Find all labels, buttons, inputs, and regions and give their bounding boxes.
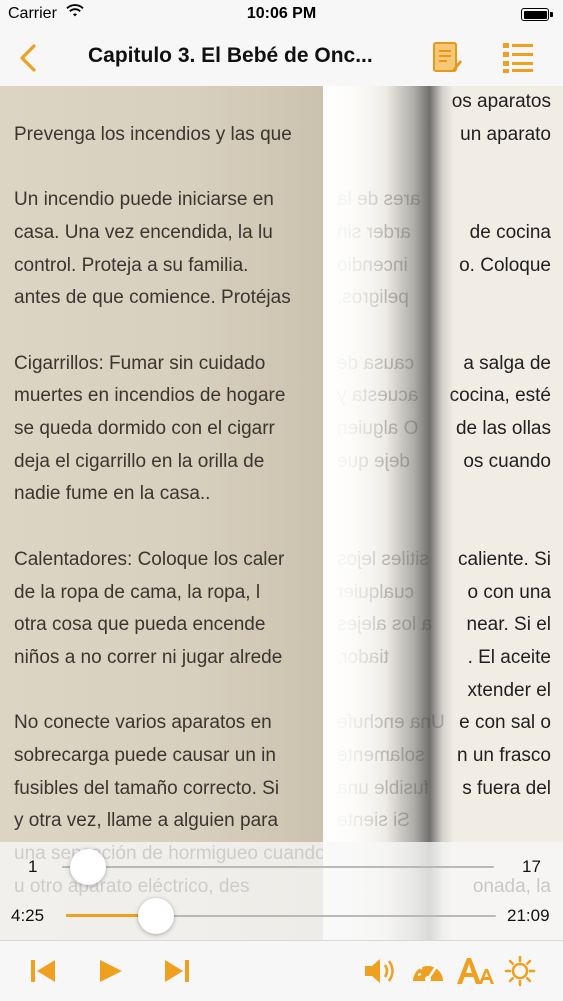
- text-line: [337, 675, 563, 708]
- battery-icon: [521, 8, 553, 21]
- text-line: deje que: [337, 450, 410, 472]
- notes-icon[interactable]: [430, 40, 464, 74]
- page-slider-track[interactable]: [62, 866, 494, 868]
- chapter-title: Capitulo 3. El Bebé de Onc...: [88, 44, 373, 67]
- text-line: Calentadores: Coloque los caler: [14, 548, 285, 570]
- text-line: [337, 86, 563, 119]
- text-line: niños a no correr ni jugar alrede: [14, 646, 283, 668]
- time-slider-row: 4:25 21:09: [0, 894, 563, 938]
- player-sliders: 1 17 4:25 21:09: [0, 842, 563, 940]
- back-button[interactable]: [10, 38, 46, 78]
- volume-icon[interactable]: [362, 955, 398, 987]
- page-slider-thumb[interactable]: [69, 849, 106, 885]
- text-line: nadie fume en la casa..: [14, 483, 211, 505]
- text-line: fusible una: [337, 777, 429, 799]
- text-line: casa. Una vez encendida, la lu: [14, 221, 273, 243]
- text-line: de la ropa de cama, la ropa, l: [14, 581, 261, 603]
- playback-toolbar: [0, 940, 563, 1001]
- text-line: sitiles lejos: [337, 548, 429, 570]
- brightness-icon[interactable]: [503, 955, 537, 987]
- text-line: y otra vez, llame a alguien para: [14, 810, 279, 832]
- text-line: [14, 151, 323, 184]
- play-icon[interactable]: [96, 955, 126, 987]
- text-line: [337, 151, 563, 184]
- text-line: [14, 675, 323, 708]
- table-of-contents-icon[interactable]: [500, 40, 536, 74]
- text-line: cualquier: [337, 581, 415, 603]
- text-line: [14, 315, 323, 348]
- next-page-strip: os aparatos un aparato de cocina o. Coloqu…: [323, 86, 563, 940]
- total-time: 21:09: [507, 906, 550, 925]
- text-line: [337, 478, 563, 511]
- current-page: Prevenga los incendios y las que Un ince…: [0, 86, 323, 940]
- font-size-icon[interactable]: [455, 955, 495, 987]
- text-line: ares de la: [337, 189, 421, 211]
- speedometer-icon[interactable]: [410, 955, 446, 987]
- skip-forward-icon[interactable]: [162, 955, 194, 987]
- text-line: se queda dormido con el cigarr: [14, 418, 275, 440]
- status-bar: Carrier 10:06 PM: [0, 0, 563, 30]
- text-line: otra cosa que pueda encende: [14, 614, 266, 636]
- text-line: Prevenga los incendios y las que: [14, 123, 292, 145]
- text-line: [14, 86, 323, 119]
- text-line: acuesta y: [337, 385, 419, 407]
- page-min-label: 1: [28, 857, 38, 876]
- text-line: antes de que comience. Protéjas: [14, 287, 291, 309]
- time-slider-thumb[interactable]: [138, 898, 175, 934]
- text-line: No conecte varios aparatos en: [14, 712, 272, 734]
- text-line: Un incendio puede iniciarse en: [14, 189, 274, 211]
- text-line: muertes en incendios de hogare: [14, 385, 286, 407]
- elapsed-time: 4:25: [11, 906, 45, 925]
- text-line: sobrecarga puede causar un in: [14, 745, 276, 767]
- text-line: peligros.: [337, 287, 409, 309]
- page-slider-row: 1 17: [0, 845, 563, 889]
- text-line: Si siente: [337, 810, 410, 832]
- text-line: Cigarrillos: Fumar sin cuidado: [14, 352, 266, 374]
- text-line: causa de: [337, 352, 415, 374]
- book-page[interactable]: Prevenga los incendios y las que Un ince…: [0, 86, 563, 940]
- text-line: [337, 315, 563, 348]
- page-max-label: 17: [522, 857, 541, 876]
- skip-back-icon[interactable]: [28, 955, 60, 987]
- text-line: fusibles del tamaño correcto. Si: [14, 777, 280, 799]
- text-line: control. Proteja a su familia.: [14, 254, 249, 276]
- text-line: incendio: [337, 254, 408, 276]
- text-line: [337, 511, 563, 544]
- text-line: Una enchufe: [337, 712, 445, 734]
- page-back-mirrored-text: ares de la arder sin incendio peligros. cau…: [337, 86, 563, 904]
- text-line: tiador.: [337, 646, 389, 668]
- text-line: O alguien: [337, 418, 419, 440]
- text-line: [14, 511, 323, 544]
- clock: 10:06 PM: [246, 5, 317, 22]
- text-line: [337, 119, 563, 152]
- text-line: a los alejes: [337, 614, 433, 636]
- text-line: deja el cigarrillo en la orilla de: [14, 450, 265, 472]
- text-line: solamente: [337, 745, 425, 767]
- navigation-bar: Capitulo 3. El Bebé de Onc...: [0, 30, 563, 87]
- text-line: arder sin: [337, 221, 411, 243]
- page-text: Prevenga los incendios y las que Un ince…: [14, 86, 323, 904]
